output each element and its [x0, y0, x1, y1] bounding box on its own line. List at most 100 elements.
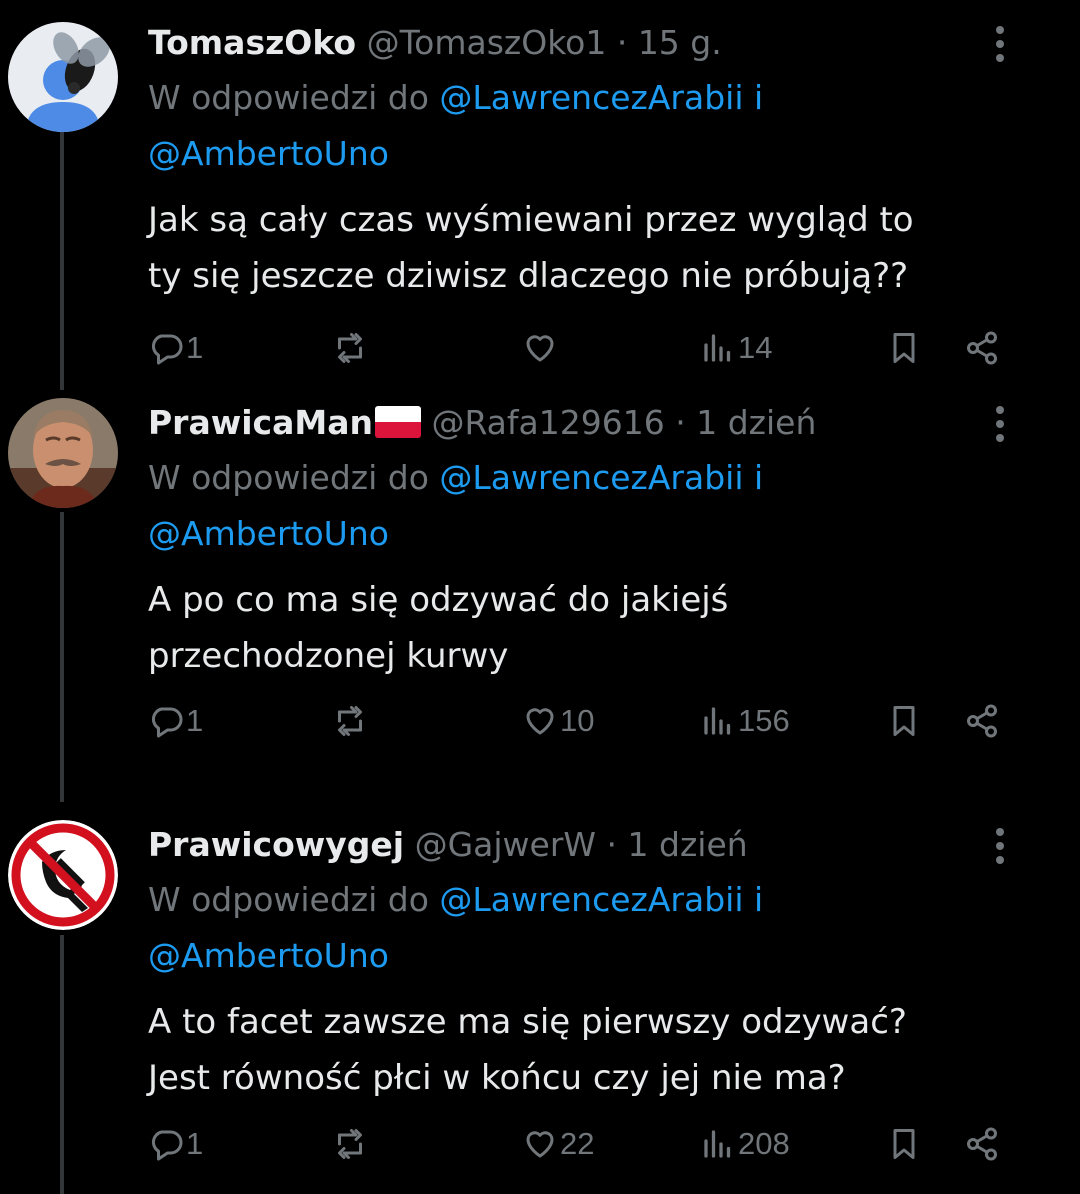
- reply-icon: [151, 707, 183, 738]
- tweet-text-line: A to facet zawsze ma się pierwszy odzywa…: [148, 1002, 907, 1042]
- reply-context: W odpowiedzi do @LawrencezArabii i @Ambe…: [148, 450, 1048, 562]
- reply-prefix: W odpowiedzi do: [148, 880, 429, 919]
- more-options-icon[interactable]: [985, 400, 1015, 448]
- reply-button[interactable]: 1: [148, 323, 203, 373]
- action-bar: 1 10 156: [148, 696, 1028, 746]
- display-name[interactable]: TomaszOko: [148, 23, 356, 62]
- mention-link[interactable]: @LawrencezArabii: [439, 78, 743, 117]
- display-name[interactable]: Prawicowygej: [148, 825, 404, 864]
- avatar[interactable]: [8, 22, 118, 132]
- separator-dot: ·: [675, 403, 686, 442]
- views-chart-icon: [704, 334, 731, 362]
- mention-link[interactable]: @LawrencezArabii: [439, 880, 743, 919]
- reply-prefix: W odpowiedzi do: [148, 458, 429, 497]
- retweet-icon: [338, 333, 362, 363]
- like-count: 22: [560, 1126, 595, 1161]
- mention-join: i: [754, 78, 764, 117]
- tweet-header: TomaszOko @TomaszOko1 · 15 g.: [148, 18, 722, 68]
- heart-icon: [526, 335, 554, 362]
- tweet-text-line: A po co ma się odzywać do jakiejś: [148, 580, 729, 620]
- more-options-icon[interactable]: [985, 20, 1015, 68]
- tweet-header: PrawicaMan @Rafa129616 · 1 dzień: [148, 398, 816, 448]
- tweet[interactable]: PrawicaMan @Rafa129616 · 1 dzień W odpow…: [0, 380, 1080, 800]
- tweet[interactable]: Prawicowygej @GajwerW · 1 dzień W odpowi…: [0, 802, 1080, 1194]
- mention-link[interactable]: @LawrencezArabii: [439, 458, 743, 497]
- action-bar: 1 14: [148, 323, 1028, 373]
- man-with-mustache-photo-icon: [8, 398, 118, 508]
- share-icon: [967, 331, 997, 365]
- like-button[interactable]: 22: [522, 1119, 594, 1169]
- views-button[interactable]: 208: [700, 1119, 790, 1169]
- tweet-text: A to facet zawsze ma się pierwszy odzywa…: [148, 994, 1048, 1106]
- mention-join: i: [754, 458, 764, 497]
- share-button[interactable]: [964, 696, 1000, 746]
- tweet-text-line: Jak są cały czas wyśmiewani przez wygląd…: [148, 200, 914, 240]
- share-icon: [967, 1127, 997, 1161]
- poland-flag-icon: [374, 406, 421, 438]
- reply-count: 1: [186, 330, 204, 365]
- views-chart-icon: [704, 1130, 731, 1158]
- timestamp[interactable]: 15 g.: [638, 23, 722, 62]
- user-handle[interactable]: @TomaszOko1: [367, 23, 607, 62]
- avatar[interactable]: [8, 398, 118, 508]
- bookmark-icon: [893, 706, 915, 736]
- retweet-icon: [338, 706, 362, 736]
- mention-link[interactable]: @AmbertoUno: [148, 936, 389, 975]
- reply-button[interactable]: 1: [148, 696, 203, 746]
- tweet-header: Prawicowygej @GajwerW · 1 dzień: [148, 820, 748, 870]
- reply-count: 1: [186, 1126, 204, 1161]
- separator-dot: ·: [606, 825, 618, 864]
- reply-button[interactable]: 1: [148, 1119, 203, 1169]
- like-count: 10: [560, 703, 595, 738]
- bookmark-button[interactable]: [886, 323, 922, 373]
- views-count: 208: [738, 1126, 790, 1161]
- reply-context: W odpowiedzi do @LawrencezArabii i @Ambe…: [148, 70, 1048, 182]
- views-count: 156: [738, 703, 790, 738]
- views-button[interactable]: 14: [700, 323, 772, 373]
- tweet-text: A po co ma się odzywać do jakiejś przech…: [148, 572, 1048, 684]
- reply-context: W odpowiedzi do @LawrencezArabii i @Ambe…: [148, 872, 1048, 984]
- timestamp[interactable]: 1 dzień: [628, 825, 748, 864]
- user-handle[interactable]: @GajwerW: [415, 825, 596, 864]
- user-handle[interactable]: @Rafa129616: [431, 403, 664, 442]
- bookmark-button[interactable]: [886, 1119, 922, 1169]
- heart-icon: [526, 1131, 554, 1158]
- share-icon: [967, 704, 997, 738]
- separator-dot: ·: [616, 23, 628, 62]
- default-avatar-with-fly-icon: [8, 22, 118, 132]
- views-count: 14: [738, 330, 773, 365]
- action-bar: 1 22 208: [148, 1119, 1028, 1169]
- bookmark-icon: [893, 1129, 915, 1159]
- tweet-text: Jak są cały czas wyśmiewani przez wygląd…: [148, 192, 1048, 304]
- like-button[interactable]: [522, 323, 560, 373]
- retweet-icon: [338, 1129, 362, 1159]
- tweet-text-line: Jest równość płci w końcu czy jej nie ma…: [148, 1058, 846, 1098]
- mention-link[interactable]: @AmbertoUno: [148, 514, 389, 553]
- views-button[interactable]: 156: [700, 696, 790, 746]
- reply-prefix: W odpowiedzi do: [148, 78, 429, 117]
- timestamp[interactable]: 1 dzień: [696, 403, 816, 442]
- bookmark-icon: [893, 333, 915, 363]
- reply-count: 1: [186, 703, 204, 738]
- retweet-button[interactable]: [332, 323, 370, 373]
- no-communism-sign-icon: [8, 820, 118, 930]
- views-chart-icon: [704, 707, 731, 735]
- avatar[interactable]: [8, 820, 118, 930]
- retweet-button[interactable]: [332, 1119, 370, 1169]
- tweet[interactable]: TomaszOko @TomaszOko1 · 15 g. W odpowied…: [0, 0, 1080, 390]
- mention-join: i: [754, 880, 764, 919]
- share-button[interactable]: [964, 1119, 1000, 1169]
- more-options-icon[interactable]: [985, 822, 1015, 870]
- reply-icon: [151, 1130, 183, 1161]
- like-button[interactable]: 10: [522, 696, 594, 746]
- tweet-text-line: przechodzonej kurwy: [148, 636, 509, 676]
- reply-icon: [151, 334, 183, 365]
- mention-link[interactable]: @AmbertoUno: [148, 134, 389, 173]
- share-button[interactable]: [964, 323, 1000, 373]
- heart-icon: [526, 708, 554, 735]
- display-name[interactable]: PrawicaMan: [148, 403, 373, 442]
- tweet-text-line: ty się jeszcze dziwisz dlaczego nie prób…: [148, 256, 909, 296]
- reply-feed: TomaszOko @TomaszOko1 · 15 g. W odpowied…: [0, 0, 1080, 1194]
- retweet-button[interactable]: [332, 696, 370, 746]
- bookmark-button[interactable]: [886, 696, 922, 746]
